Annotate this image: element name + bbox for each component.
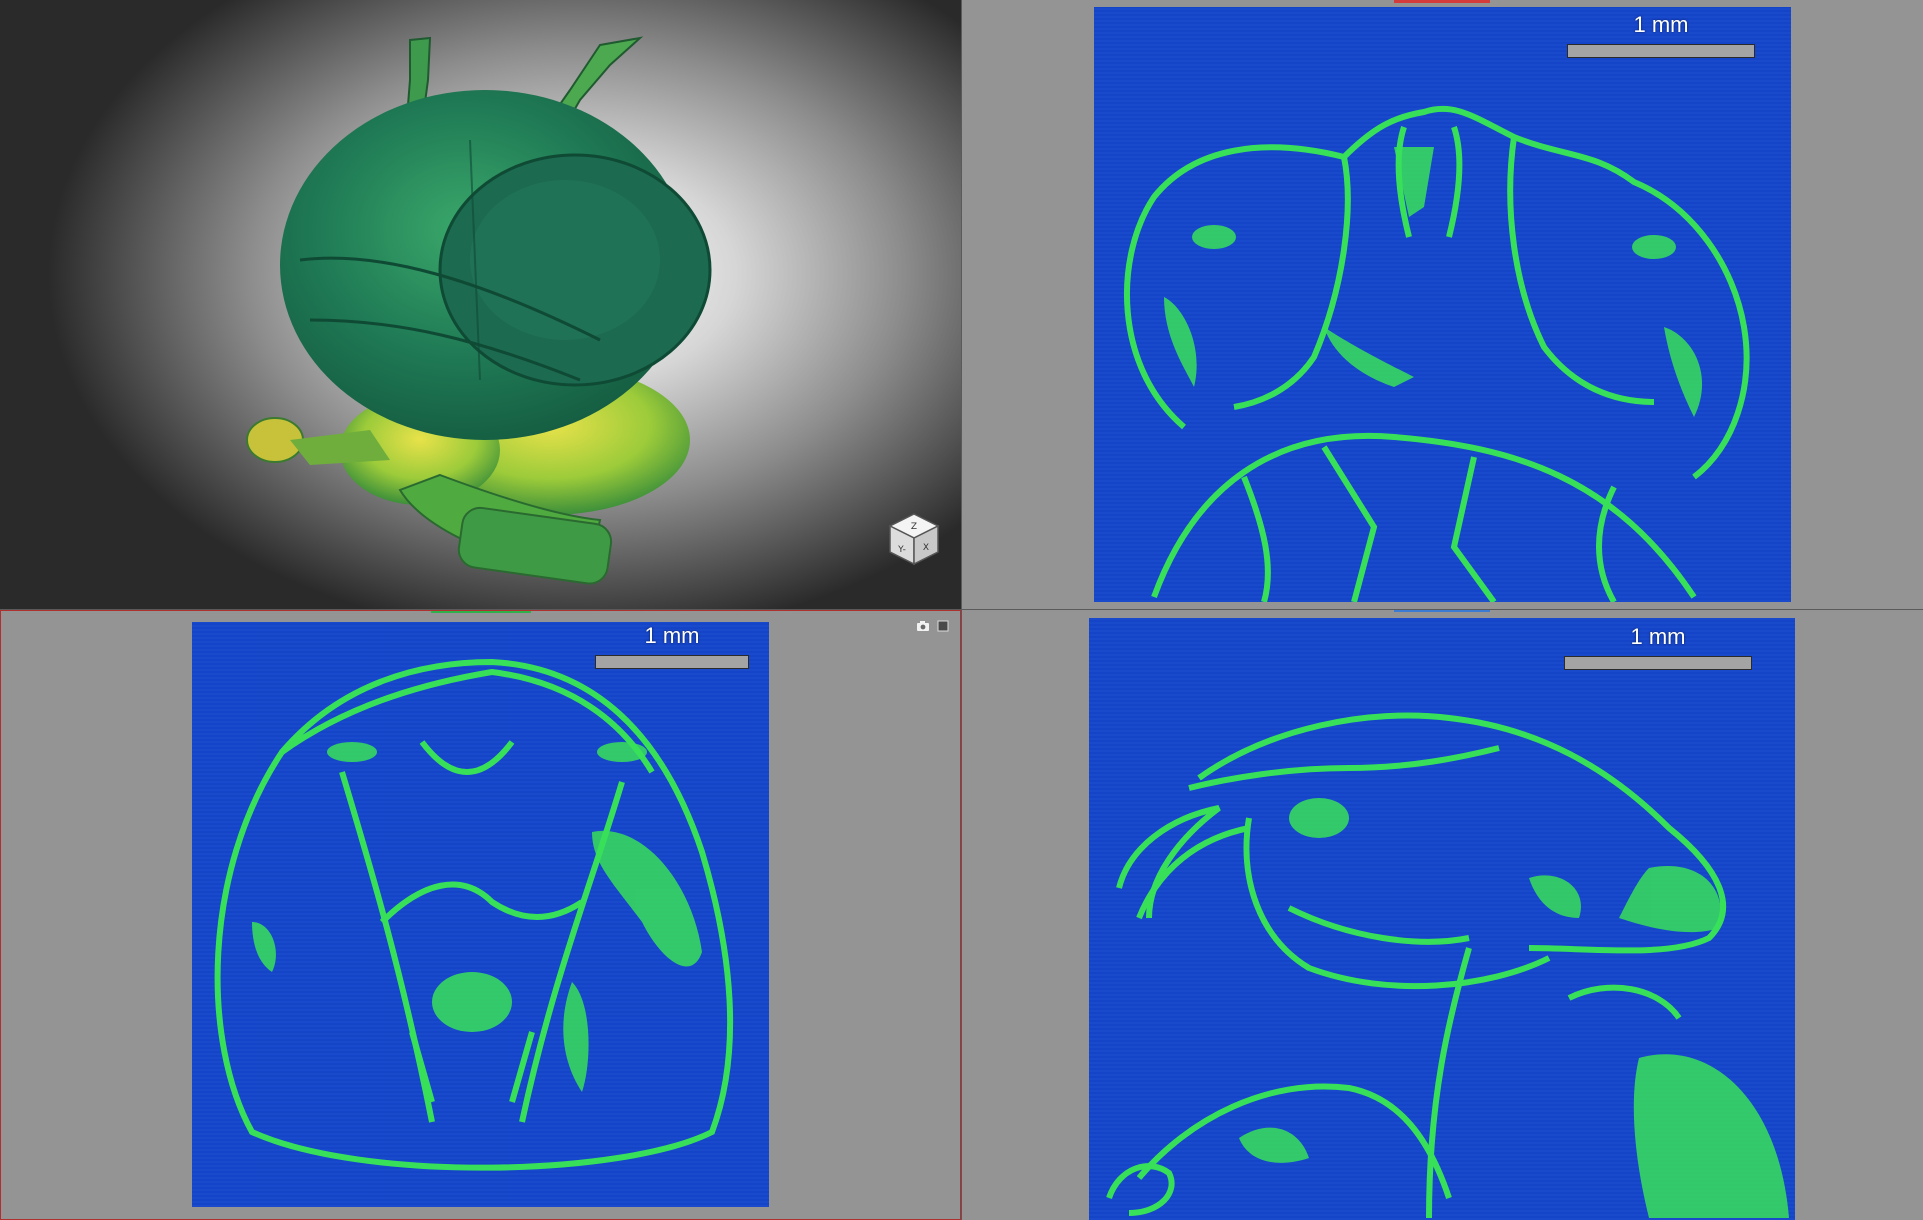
- viewport-splitter-vertical[interactable]: [961, 0, 962, 1220]
- ct-slice-image[interactable]: [1094, 7, 1791, 602]
- viewport-splitter-horizontal[interactable]: [0, 609, 1923, 610]
- svg-text:X: X: [923, 543, 929, 553]
- viewport-slice-top-right[interactable]: 1 mm: [962, 0, 1923, 609]
- orientation-cube-icon[interactable]: Z Y- X: [886, 510, 942, 566]
- ct-slice-image[interactable]: [192, 622, 769, 1207]
- specimen-3d-render[interactable]: [220, 20, 760, 600]
- viewport-slice-bottom-left[interactable]: 1 mm: [0, 610, 961, 1220]
- square-icon[interactable]: [936, 619, 950, 633]
- viewport-accent-blue: [1394, 610, 1490, 612]
- scale-bar: 1 mm: [595, 625, 749, 669]
- viewport-3d[interactable]: Z Y- X: [0, 0, 961, 609]
- viewport-accent-green: [431, 611, 531, 613]
- viewport-accent-red: [1394, 0, 1490, 3]
- svg-text:Z: Z: [911, 522, 917, 532]
- scale-bar-label: 1 mm: [644, 623, 700, 648]
- viewport-slice-bottom-right[interactable]: 1 mm: [962, 610, 1923, 1220]
- svg-text:Y-: Y-: [897, 545, 906, 555]
- ct-slice-tissue: [1106, 712, 1789, 1219]
- scale-bar-label: 1 mm: [1630, 624, 1686, 649]
- scale-bar-rule: [1564, 656, 1752, 670]
- scale-bar: 1 mm: [1564, 626, 1752, 670]
- ct-slice-image[interactable]: [1089, 618, 1795, 1220]
- scale-bar-rule: [595, 655, 749, 669]
- camera-icon[interactable]: [916, 619, 930, 633]
- scale-bar-label: 1 mm: [1633, 12, 1689, 37]
- scale-bar: 1 mm: [1567, 14, 1755, 58]
- ct-slice-tissue: [214, 658, 734, 1171]
- viewport-toolbar: [916, 619, 950, 633]
- ct-slice-tissue: [1124, 105, 1750, 602]
- scale-bar-rule: [1567, 44, 1755, 58]
